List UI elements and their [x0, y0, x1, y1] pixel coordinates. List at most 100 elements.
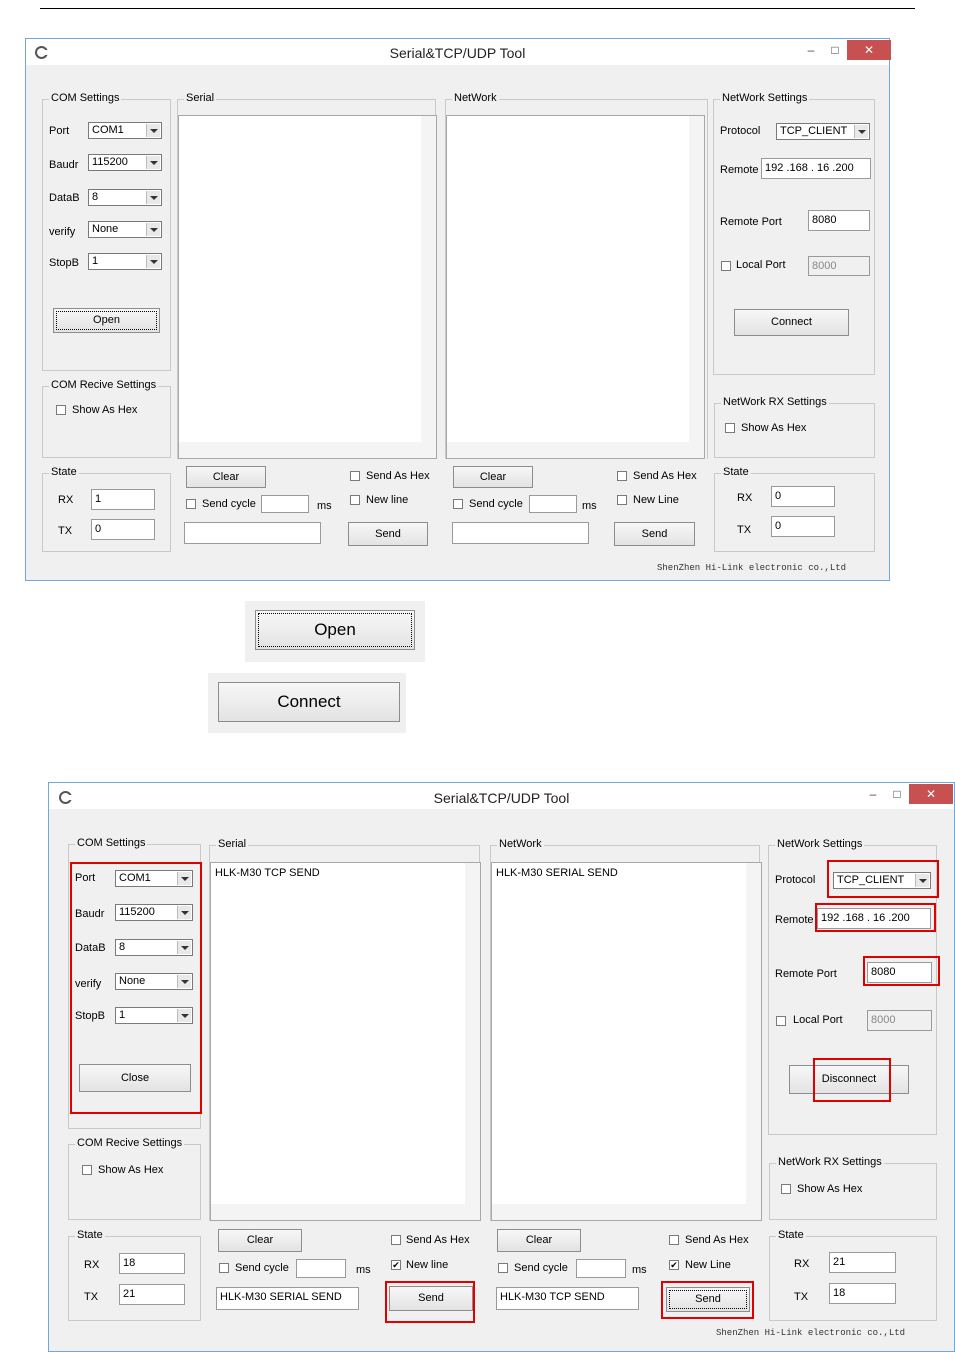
- verify-label: verify: [49, 226, 76, 238]
- protocol-label: Protocol: [720, 125, 761, 137]
- serial-send-hex-checkbox[interactable]: [350, 471, 360, 481]
- serial-send-button[interactable]: Send: [348, 522, 428, 546]
- com-settings-group: COM Settings Port COM1 Baudr 115200 Data…: [42, 92, 171, 371]
- serial-cycle-input[interactable]: [261, 495, 309, 513]
- chevron-down-icon: [146, 156, 160, 169]
- open-button[interactable]: Open: [53, 308, 160, 333]
- com-show-hex-checkbox[interactable]: [56, 405, 66, 415]
- state-right-label: State: [721, 466, 751, 478]
- local-port-field[interactable]: 8000: [808, 256, 870, 276]
- serial-send-cycle-checkbox[interactable]: [219, 1263, 229, 1273]
- serial-send-input[interactable]: [184, 522, 321, 544]
- network-clear-button[interactable]: Clear: [497, 1229, 581, 1252]
- network-send-hex-checkbox[interactable]: [669, 1235, 679, 1245]
- network-new-line-checkbox[interactable]: [617, 495, 627, 505]
- serial-vertical-scrollbar[interactable]: [465, 863, 480, 1204]
- verify-select[interactable]: None: [88, 221, 162, 238]
- network-new-line-label: New Line: [633, 494, 679, 506]
- protocol-select[interactable]: TCP_CLIENT: [776, 123, 870, 140]
- connect-button[interactable]: Connect: [734, 309, 849, 336]
- network-vertical-scrollbar[interactable]: [746, 863, 761, 1204]
- network-send-hex-checkbox[interactable]: [617, 471, 627, 481]
- serial-new-line-checkbox[interactable]: ✔: [391, 1260, 401, 1270]
- connect-button-large[interactable]: Connect: [218, 682, 400, 722]
- network-horizontal-scrollbar[interactable]: [492, 1204, 761, 1220]
- state-right-label: State: [776, 1229, 806, 1241]
- serial-new-line-checkbox[interactable]: [350, 495, 360, 505]
- baud-value: 115200: [92, 156, 128, 168]
- serial-receive-area[interactable]: HLK-M30 TCP SEND: [210, 862, 481, 1221]
- network-show-hex-checkbox[interactable]: [725, 423, 735, 433]
- title-bar[interactable]: Serial&TCP/UDP Tool – □ ✕: [26, 39, 891, 65]
- serial-vertical-scrollbar[interactable]: [421, 116, 436, 442]
- network-send-cycle-checkbox[interactable]: [453, 499, 463, 509]
- state-right-group: State RX 21 TX 18: [769, 1229, 937, 1321]
- serial-clear-button[interactable]: Clear: [186, 466, 266, 488]
- port-select[interactable]: COM1: [88, 122, 162, 139]
- network-receive-area[interactable]: [446, 115, 705, 459]
- serial-cycle-input[interactable]: [296, 1259, 346, 1278]
- rx-count-field[interactable]: 1: [91, 489, 155, 510]
- serial-horizontal-scrollbar[interactable]: [179, 442, 436, 458]
- serial-send-cycle-checkbox[interactable]: [186, 499, 196, 509]
- network-receive-area[interactable]: HLK-M30 SERIAL SEND: [491, 862, 762, 1221]
- remote-ip-field[interactable]: 192 .168 . 16 .200: [761, 158, 871, 179]
- network-clear-button[interactable]: Clear: [453, 466, 533, 488]
- network-tx-count-field[interactable]: 18: [829, 1283, 896, 1304]
- baud-select[interactable]: 115200: [88, 154, 162, 171]
- tool-window-connected: Serial&TCP/UDP Tool – □ ✕ COM Settings P…: [48, 782, 955, 1352]
- tx-count-field[interactable]: 21: [119, 1284, 185, 1305]
- network-new-line-label: New Line: [685, 1259, 731, 1271]
- local-port-field[interactable]: 8000: [867, 1010, 932, 1031]
- tx-count-field[interactable]: 0: [91, 519, 155, 540]
- network-send-button[interactable]: Send: [614, 522, 695, 546]
- close-icon[interactable]: ✕: [909, 784, 953, 804]
- minimize-icon[interactable]: –: [798, 41, 824, 61]
- com-settings-label: COM Settings: [49, 92, 122, 104]
- network-vertical-scrollbar[interactable]: [689, 116, 704, 442]
- window-title: Serial&TCP/UDP Tool: [433, 790, 570, 806]
- minimize-icon[interactable]: –: [860, 785, 886, 805]
- remote-port-field[interactable]: 8080: [808, 210, 870, 231]
- stopb-select[interactable]: 1: [88, 253, 162, 270]
- chevron-down-icon: [146, 255, 160, 268]
- network-receive-text: HLK-M30 SERIAL SEND: [496, 867, 618, 879]
- open-button-large[interactable]: Open: [255, 610, 415, 650]
- maximize-icon[interactable]: □: [884, 785, 910, 805]
- network-show-hex-checkbox[interactable]: [781, 1184, 791, 1194]
- network-settings-label: NetWork Settings: [775, 838, 865, 850]
- datab-select[interactable]: 8: [88, 189, 162, 206]
- maximize-icon[interactable]: □: [822, 41, 848, 61]
- serial-horizontal-scrollbar[interactable]: [211, 1204, 480, 1220]
- tx-label: TX: [84, 1291, 99, 1303]
- network-send-cycle-label: Send cycle: [514, 1262, 568, 1274]
- com-show-hex-checkbox[interactable]: [82, 1165, 92, 1175]
- network-tx-count-field[interactable]: 0: [771, 516, 835, 537]
- network-horizontal-scrollbar[interactable]: [447, 442, 704, 458]
- serial-clear-button[interactable]: Clear: [218, 1229, 302, 1252]
- protocol-label: Protocol: [775, 874, 816, 886]
- network-send-input[interactable]: HLK-M30 TCP SEND: [496, 1287, 639, 1310]
- network-rx-count-field[interactable]: 0: [771, 486, 835, 507]
- local-port-checkbox[interactable]: [776, 1016, 786, 1026]
- network-cycle-input[interactable]: [529, 495, 577, 513]
- network-send-input[interactable]: [452, 522, 589, 544]
- local-port-checkbox[interactable]: [721, 261, 731, 271]
- serial-send-cycle-label: Send cycle: [202, 498, 256, 510]
- network-cycle-input[interactable]: [576, 1259, 626, 1278]
- serial-send-hex-label: Send As Hex: [406, 1234, 470, 1246]
- network-new-line-checkbox[interactable]: ✔: [669, 1260, 679, 1270]
- rx-count-field[interactable]: 18: [119, 1253, 185, 1274]
- network-rx-count-field[interactable]: 21: [829, 1252, 896, 1273]
- tx-label: TX: [58, 525, 73, 537]
- network-send-cycle-checkbox[interactable]: [498, 1263, 508, 1273]
- title-bar[interactable]: Serial&TCP/UDP Tool – □ ✕: [49, 783, 954, 809]
- serial-receive-area[interactable]: [178, 115, 437, 459]
- serial-send-input[interactable]: HLK-M30 SERIAL SEND: [216, 1287, 359, 1310]
- close-icon[interactable]: ✕: [847, 40, 891, 60]
- serial-send-hex-checkbox[interactable]: [391, 1235, 401, 1245]
- com-show-hex-label: Show As Hex: [98, 1164, 164, 1176]
- stopb-label: StopB: [49, 257, 79, 269]
- state-left-group: State RX 18 TX 21: [68, 1229, 201, 1321]
- window-title: Serial&TCP/UDP Tool: [389, 45, 526, 61]
